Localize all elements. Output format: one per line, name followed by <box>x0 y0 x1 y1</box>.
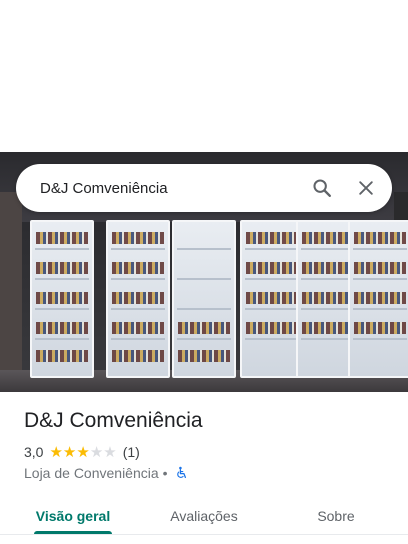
star-empty-icon: ★ <box>103 443 117 461</box>
search-input[interactable]: D&J Comveniência <box>16 180 300 197</box>
map-blank-area <box>0 0 408 152</box>
category-row: Loja de Conveniência • <box>24 465 188 481</box>
star-filled-icon: ★ <box>76 443 90 461</box>
rating-value: 3,0 <box>24 444 44 460</box>
separator: • <box>162 465 168 481</box>
place-tabs: Visão geral Avaliações Sobre <box>0 496 408 536</box>
search-icon <box>313 179 331 197</box>
tab-overview[interactable]: Visão geral <box>34 496 112 536</box>
fridge-door <box>106 220 170 378</box>
rating-row[interactable]: 3,0 ★ ★ ★ ★ ★ (1) <box>24 444 140 460</box>
tabs-divider <box>0 534 408 535</box>
tab-reviews[interactable]: Avaliações <box>160 496 248 536</box>
fridge-door <box>240 220 304 378</box>
tab-about[interactable]: Sobre <box>300 496 372 536</box>
fridge-door <box>172 220 236 378</box>
fridge-door <box>30 220 94 378</box>
search-button[interactable] <box>300 166 344 210</box>
search-bar[interactable]: D&J Comveniência <box>16 164 392 212</box>
star-filled-icon: ★ <box>62 443 77 461</box>
fridge-door <box>348 220 408 378</box>
place-category: Loja de Conveniência <box>24 465 159 481</box>
star-empty-icon: ★ <box>89 443 104 461</box>
star-filled-icon: ★ <box>49 443 63 461</box>
place-title: D&J Comveniência <box>24 409 203 432</box>
close-icon <box>359 181 373 195</box>
close-button[interactable] <box>344 166 388 210</box>
wheelchair-icon <box>174 466 188 480</box>
review-count[interactable]: (1) <box>123 444 140 460</box>
rating-stars: ★ ★ ★ ★ ★ <box>49 445 116 460</box>
photo-left-wall <box>0 192 22 392</box>
